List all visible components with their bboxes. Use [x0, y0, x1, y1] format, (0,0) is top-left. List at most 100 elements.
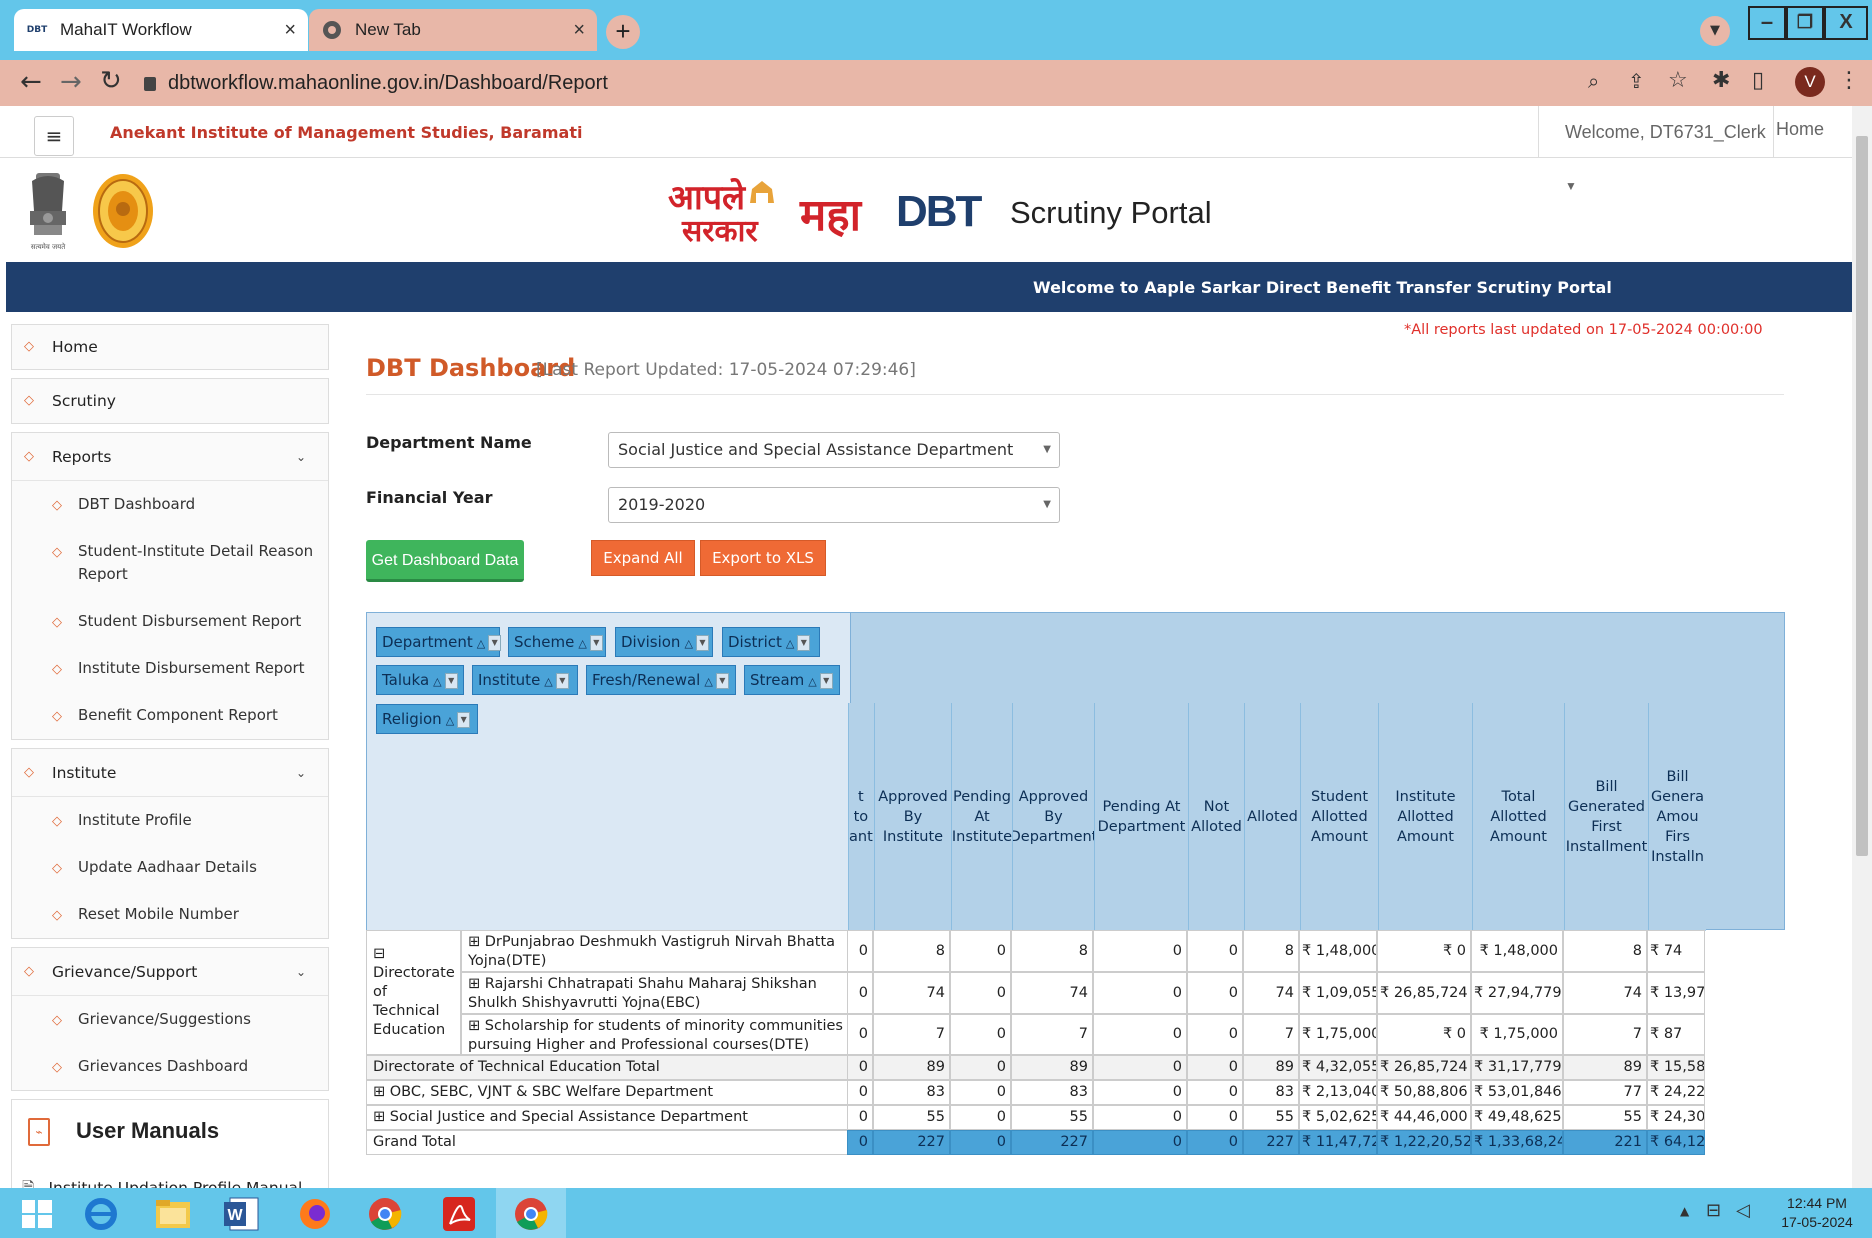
reload-icon[interactable]: ↻ [100, 66, 122, 96]
sidebar-subitem-institute-disbursement-report[interactable]: ◇ Institute Disbursement Report [12, 645, 328, 692]
field-chip-division[interactable]: Division △ ▼ [615, 627, 713, 657]
side-panel-icon[interactable]: ▯ [1752, 68, 1764, 93]
tray-expand-icon[interactable]: ▲ [1680, 1204, 1689, 1218]
sidebar-subitem-grievance-suggestions[interactable]: ◇ Grievance/Suggestions [12, 996, 328, 1043]
row-group-header[interactable]: ⊟ Directorate of Technical Education [366, 930, 461, 1055]
chrome-favicon-icon [321, 19, 343, 41]
filter-dropdown-icon[interactable]: ▼ [715, 672, 729, 689]
field-chip-district[interactable]: District △ ▼ [722, 627, 820, 657]
get-dashboard-data-button[interactable]: Get Dashboard Data [366, 540, 524, 582]
field-chip-religion[interactable]: Religion △ ▼ [376, 704, 478, 734]
filter-dropdown-icon[interactable]: ▼ [797, 634, 811, 651]
tab-close-icon[interactable]: × [573, 19, 585, 42]
sidebar-item-label: Institute [52, 764, 117, 782]
hamburger-menu-icon[interactable]: ≡ [34, 116, 74, 156]
firefox-icon[interactable] [292, 1194, 338, 1234]
sidebar-subitem-update-aadhaar-details[interactable]: ◇ Update Aadhaar Details [12, 844, 328, 891]
zoom-icon[interactable]: ⌕ [1588, 69, 1599, 93]
sidebar-item-home[interactable]: ◇ Home [12, 325, 328, 369]
table-cell: ₹ 1,48,000 [1471, 930, 1563, 972]
financial-year-select[interactable]: 2019-2020 ▼ [608, 487, 1060, 523]
filter-dropdown-icon[interactable]: ▼ [589, 634, 603, 651]
page-scrollbar[interactable] [1852, 106, 1872, 1188]
department-select[interactable]: Social Justice and Special Assistance De… [608, 432, 1060, 468]
field-chip-institute[interactable]: Institute △ ▼ [472, 665, 578, 695]
filter-dropdown-icon[interactable]: ▼ [457, 711, 471, 728]
system-clock[interactable]: 12:44 PM 17-05-2024 [1772, 1194, 1862, 1232]
row-header-total[interactable]: ⊞ Social Justice and Special Assistance … [366, 1105, 851, 1130]
table-cell: ₹ 74 [1647, 930, 1705, 972]
profile-avatar[interactable]: V [1795, 67, 1825, 97]
sidebar-subitem-grievances-dashboard[interactable]: ◇ Grievances Dashboard [12, 1043, 328, 1090]
volume-icon[interactable]: ◁ [1736, 1200, 1750, 1221]
field-chip-stream[interactable]: Stream △ ▼ [744, 665, 840, 695]
filter-dropdown-icon[interactable]: ▼ [819, 672, 833, 689]
pivot-column-headers: t to ant Approved By Institute Pending At … [848, 703, 1785, 931]
sidebar-item-institute[interactable]: ◇ Institute ⌄ [12, 749, 328, 797]
filter-dropdown-icon[interactable]: ▼ [555, 672, 569, 689]
pivot-field-area: Department △ ▼ Scheme △ ▼ Division △ ▼ Distric… [367, 613, 851, 931]
tab-close-icon[interactable]: × [284, 19, 296, 42]
manual-link[interactable]: 🗎 Institute Updation Profile Manual [22, 1176, 302, 1188]
tab-new-tab[interactable]: New Tab × [309, 9, 597, 51]
table-cell: ₹ 2,13,040 [1299, 1080, 1377, 1105]
chrome-icon[interactable] [508, 1194, 554, 1234]
chrome-icon[interactable] [362, 1194, 408, 1234]
back-icon[interactable]: ← [20, 67, 42, 97]
field-chip-department[interactable]: Department △ ▼ [376, 627, 502, 657]
filter-dropdown-icon[interactable]: ▼ [444, 672, 458, 689]
sidebar-item-reports[interactable]: ◇ Reports ⌄ [12, 433, 328, 481]
sidebar-subitem-dbt-dashboard[interactable]: ◇ DBT Dashboard [12, 481, 328, 528]
filter-dropdown-icon[interactable]: ▼ [488, 634, 502, 651]
table-cell: ₹ 50,88,806 [1377, 1080, 1471, 1105]
filter-dropdown-icon[interactable]: ▼ [695, 634, 709, 651]
tab-search-icon[interactable]: ▼ [1700, 16, 1730, 46]
row-header-scheme[interactable]: ⊞ Scholarship for students of minority c… [461, 1014, 851, 1055]
sidebar-subitem-student-disbursement-report[interactable]: ◇ Student Disbursement Report [12, 598, 328, 645]
file-explorer-icon[interactable] [150, 1194, 196, 1234]
user-menu[interactable]: Welcome, DT6731_Clerk ▼ [1538, 106, 1774, 193]
sidebar-subitem-benefit-component-report[interactable]: ◇ Benefit Component Report [12, 692, 328, 739]
extensions-icon[interactable]: ✱ [1712, 68, 1730, 93]
export-to-xls-button[interactable]: Export to XLS [700, 540, 826, 576]
table-cell: 0 [847, 930, 873, 972]
close-window-button[interactable]: X [1824, 6, 1868, 40]
tab-mahait-workflow[interactable]: DBT MahaIT Workflow × [14, 9, 308, 51]
field-chip-scheme[interactable]: Scheme △ ▼ [508, 627, 606, 657]
table-cell: 0 [950, 1080, 1011, 1105]
maximize-button[interactable]: ❐ [1786, 6, 1824, 40]
minimize-button[interactable]: – [1748, 6, 1786, 40]
field-chip-taluka[interactable]: Taluka △ ▼ [376, 665, 464, 695]
url-field[interactable]: dbtworkflow.mahaonline.gov.in/Dashboard/… [140, 66, 1730, 100]
row-header-scheme[interactable]: ⊞ Rajarshi Chhatrapati Shahu Maharaj Shi… [461, 972, 851, 1014]
diamond-bullet-icon: ◇ [24, 393, 34, 408]
dropdown-arrow-icon: ▼ [1043, 499, 1051, 510]
windows-start-icon[interactable] [14, 1194, 60, 1234]
share-icon[interactable]: ⇪ [1628, 69, 1645, 93]
forward-icon[interactable]: → [60, 67, 82, 97]
sidebar-item-grievance-support[interactable]: ◇ Grievance/Support ⌄ [12, 948, 328, 996]
browser-menu-icon[interactable]: ⋮ [1838, 68, 1860, 93]
home-link[interactable]: Home [1776, 119, 1824, 140]
internet-explorer-icon[interactable] [78, 1194, 124, 1234]
new-tab-button[interactable]: + [606, 15, 640, 49]
table-cell: 0 [847, 1130, 873, 1155]
table-cell: ₹ 13,97 [1647, 972, 1705, 1014]
sidebar-subitem-student-institute-detail-reason-report[interactable]: ◇ Student-Institute Detail Reason Report [12, 528, 328, 598]
bookmark-star-icon[interactable]: ☆ [1668, 68, 1688, 93]
table-cell: 89 [1011, 1055, 1093, 1080]
row-header-scheme[interactable]: ⊞ DrPunjabrao Deshmukh Vastigruh Nirvah … [461, 930, 851, 972]
network-icon[interactable]: ⊟ [1706, 1200, 1721, 1221]
sidebar-subitem-institute-profile[interactable]: ◇ Institute Profile [12, 797, 328, 844]
table-cell: 0 [1187, 1055, 1243, 1080]
sidebar-item-scrutiny[interactable]: ◇ Scrutiny [12, 379, 328, 423]
row-header-total[interactable]: ⊞ OBC, SEBC, VJNT & SBC Welfare Departme… [366, 1080, 851, 1105]
expand-all-button[interactable]: Expand All [591, 540, 695, 576]
lock-icon [144, 76, 156, 91]
scrollbar-thumb[interactable] [1856, 136, 1868, 856]
sidebar-subitem-reset-mobile-number[interactable]: ◇ Reset Mobile Number [12, 891, 328, 938]
acrobat-icon[interactable] [436, 1194, 482, 1234]
logo-header: सत्यमेव जयते आपले सरकार महा DBT Scrutiny… [0, 159, 1852, 261]
word-icon[interactable]: W [220, 1194, 266, 1234]
field-chip-fresh-renewal[interactable]: Fresh/Renewal △ ▼ [586, 665, 736, 695]
